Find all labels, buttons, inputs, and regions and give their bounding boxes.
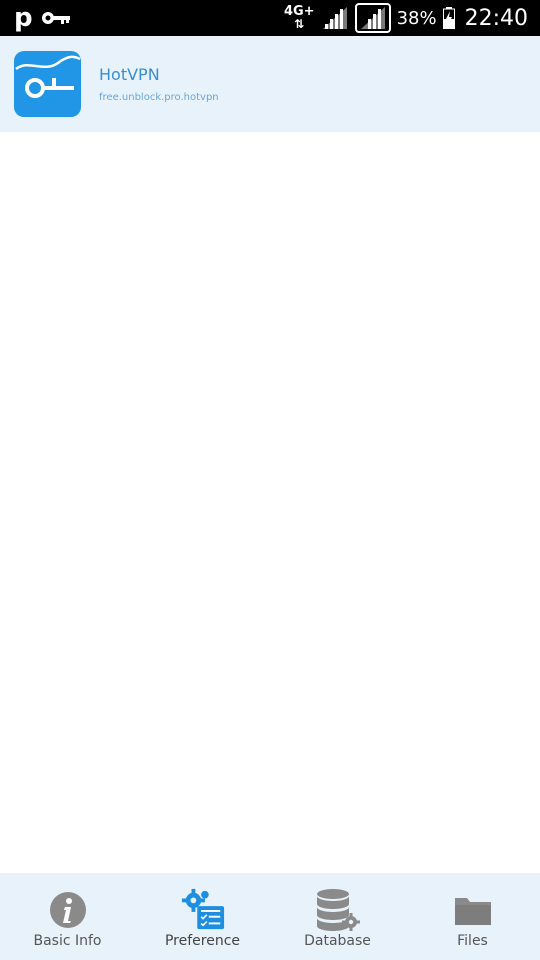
status-bar: p 4G+ ⇅ 38% 22:40: [0, 0, 540, 36]
battery-percent: 38%: [396, 7, 437, 29]
nav-item-files[interactable]: Files: [405, 873, 540, 960]
folder-icon: [450, 887, 496, 933]
app-key-icon: [15, 55, 81, 98]
signal-sim2-box: [354, 3, 391, 33]
signal-icon: [322, 7, 347, 29]
nav-label-files: Files: [457, 933, 488, 949]
database-icon: [315, 887, 361, 933]
nav-item-basic-info[interactable]: Basic Info: [0, 873, 135, 960]
key-icon: [41, 12, 70, 24]
app-package-name: free.unblock.pro.hotvpn: [99, 92, 219, 103]
data-arrows-icon: ⇅: [294, 17, 305, 31]
battery-charging-icon: [442, 7, 455, 29]
nav-item-preference[interactable]: Preference: [135, 873, 270, 960]
app-header: HotVPN free.unblock.pro.hotvpn: [0, 36, 540, 132]
nav-label-preference: Preference: [164, 933, 241, 949]
bottom-nav: Basic Info Preference Database Files: [0, 873, 540, 960]
signal-sim2-icon: [360, 7, 385, 29]
clock: 22:40: [464, 5, 528, 31]
nav-label-database: Database: [304, 933, 371, 949]
app-name: HotVPN: [99, 65, 160, 84]
main-content: [0, 132, 540, 873]
nav-item-database[interactable]: Database: [270, 873, 405, 960]
network-indicator: 4G+ ⇅: [284, 5, 315, 31]
status-left-icons: p: [14, 4, 71, 32]
nav-label-basic-info: Basic Info: [33, 933, 102, 949]
preference-gear-icon: [180, 887, 226, 933]
parking-p-icon: p: [14, 3, 33, 33]
info-icon: [45, 887, 91, 933]
status-right-icons: 4G+ ⇅ 38% 22:40: [284, 0, 528, 36]
app-icon[interactable]: [14, 51, 81, 117]
